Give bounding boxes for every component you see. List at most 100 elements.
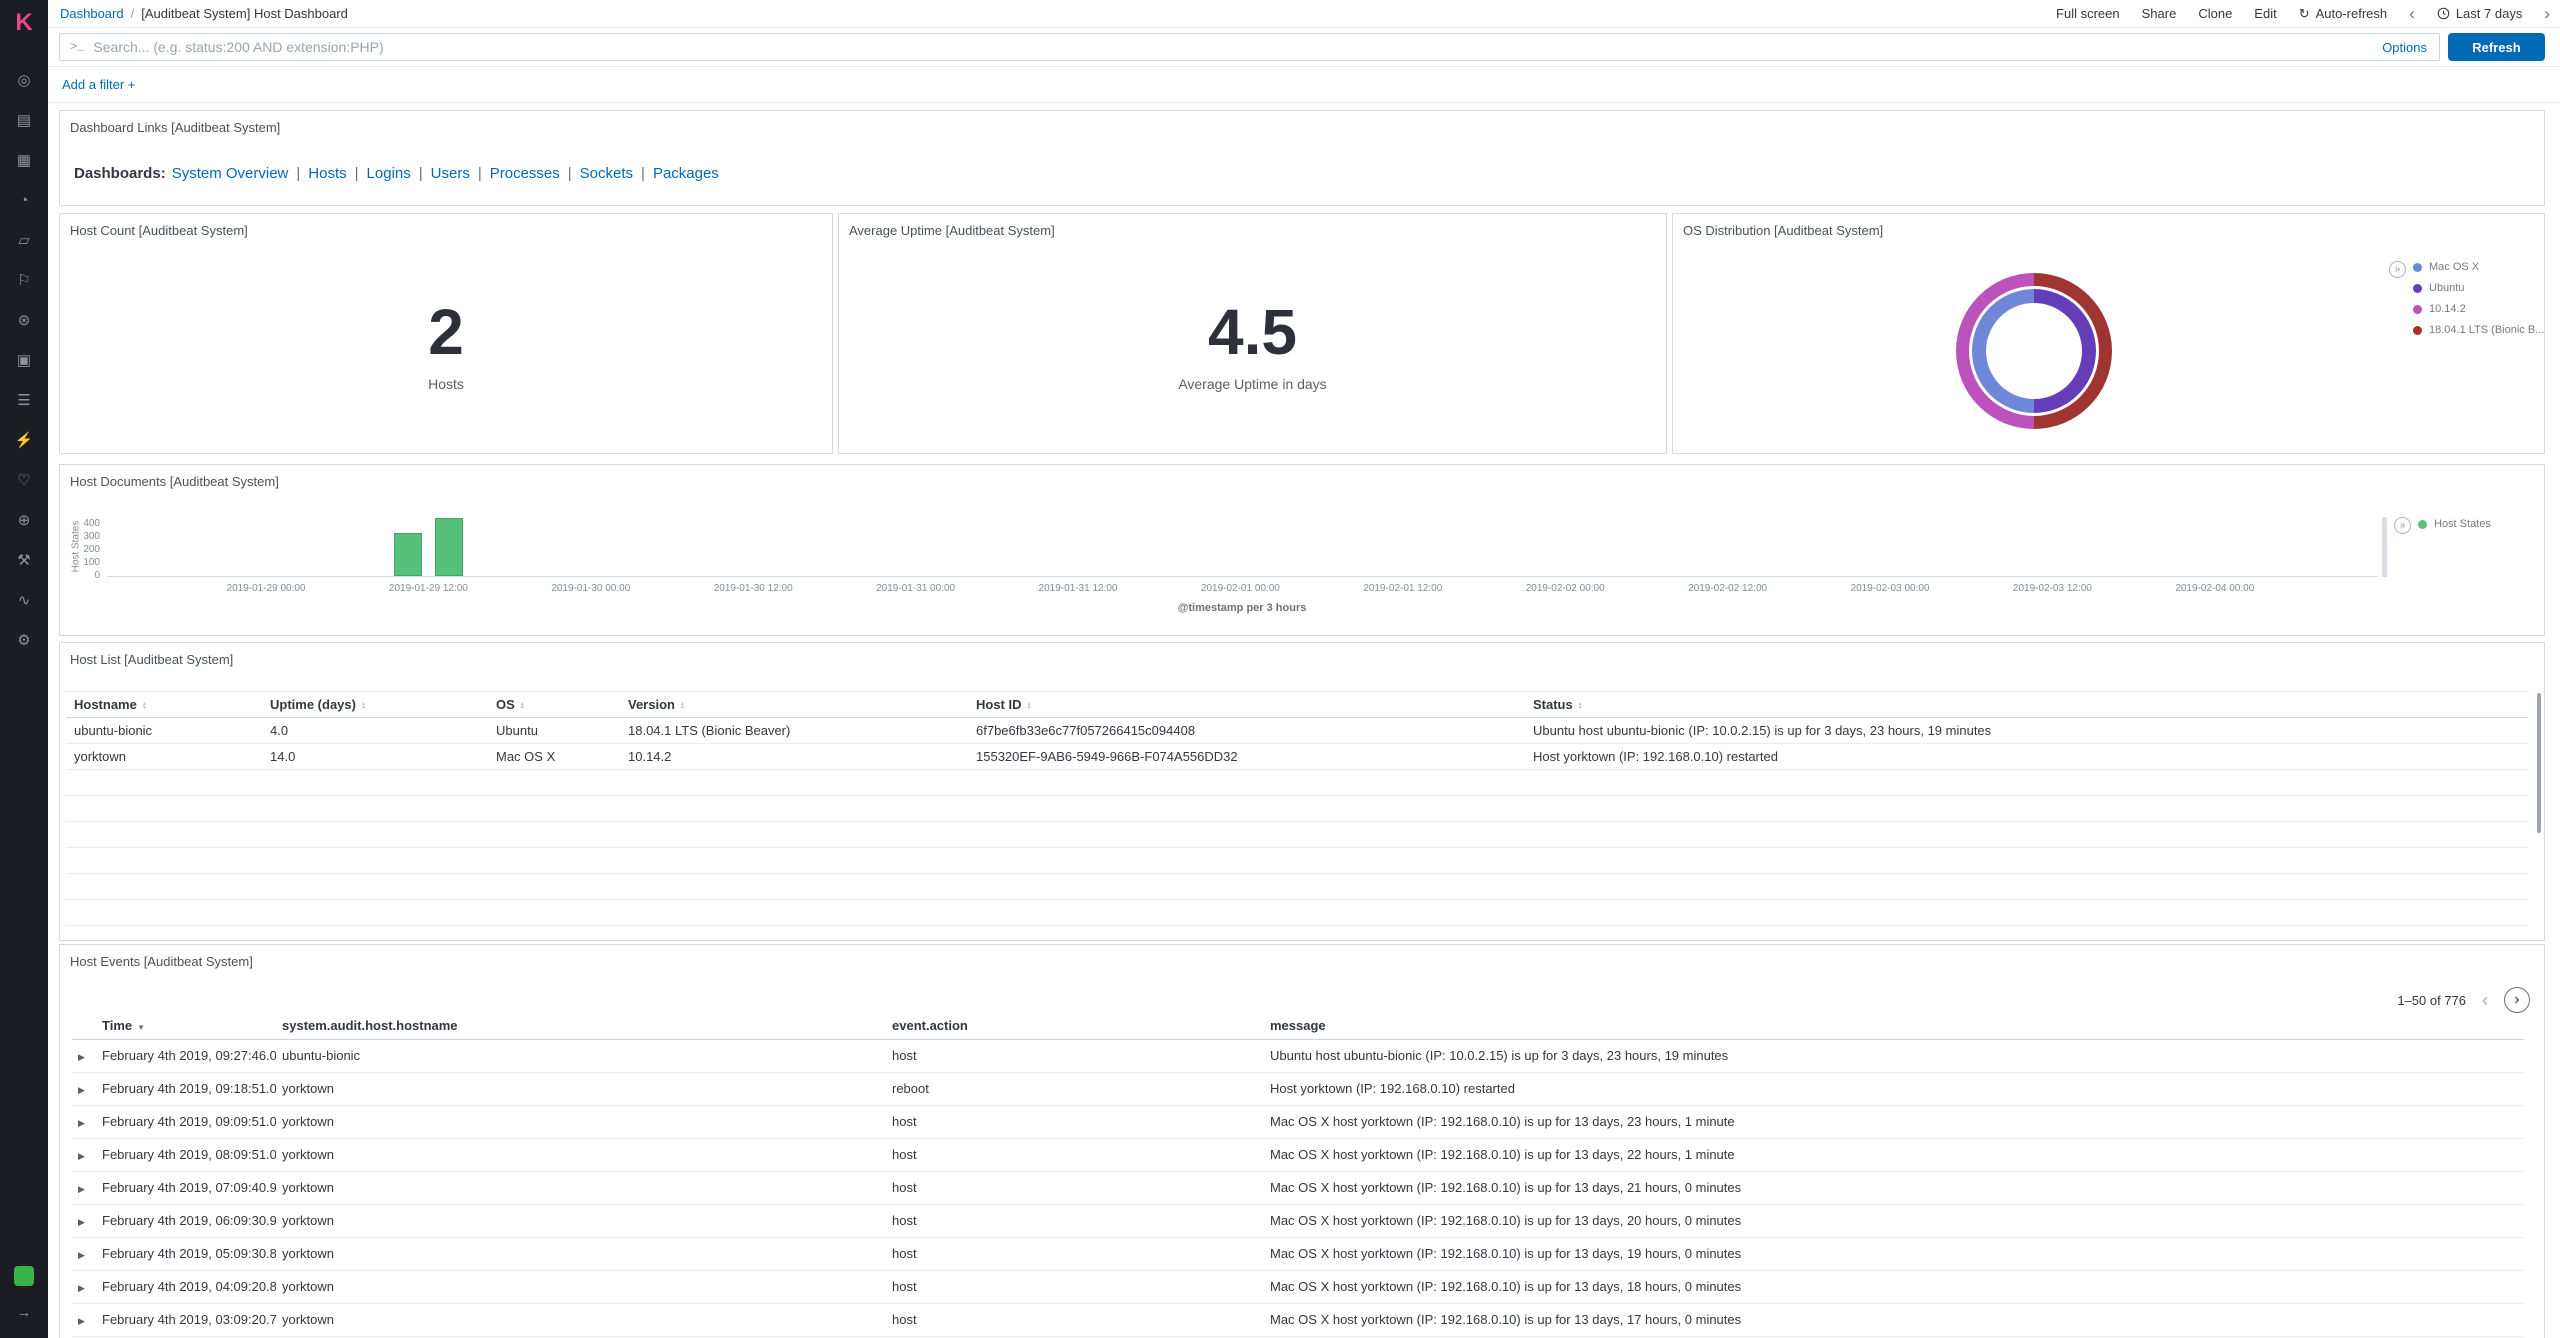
- sidebar-item-management[interactable]: ⚙: [0, 620, 48, 660]
- sidebar-item-maps[interactable]: ⚐: [0, 260, 48, 300]
- expand-row-icon[interactable]: ▶: [78, 1151, 85, 1161]
- expand-cell: ▶: [72, 1138, 96, 1171]
- bar-chart-icon: ▤: [17, 113, 31, 128]
- dashboard-link-packages[interactable]: Packages: [653, 165, 719, 182]
- dashboard-link-logins[interactable]: Logins: [367, 165, 411, 182]
- sidebar-collapse-icon[interactable]: →: [17, 1304, 32, 1328]
- column-header-message: message: [1264, 1013, 2524, 1039]
- legend-item[interactable]: 18.04.1 LTS (Bionic B...: [2413, 324, 2544, 336]
- sidebar-item-canvas[interactable]: ▱: [0, 220, 48, 260]
- panel-dashboard-links: Dashboard Links [Auditbeat System] Dashb…: [59, 110, 2545, 206]
- event-hostname-cell: yorktown: [276, 1303, 886, 1336]
- bar[interactable]: [435, 518, 463, 576]
- link-separator: |: [419, 165, 423, 182]
- expand-row-icon[interactable]: ▶: [78, 1283, 85, 1293]
- column-header-uptime-days[interactable]: Uptime (days)▲▼: [262, 692, 488, 718]
- sidebar-item-visualize[interactable]: ▤: [0, 100, 48, 140]
- donut-hole: [1986, 303, 2082, 399]
- kibana-logo-icon[interactable]: K: [0, 0, 48, 46]
- legend-toggle-icon[interactable]: »: [2389, 261, 2406, 278]
- legend-toggle-icon[interactable]: »: [2394, 517, 2411, 534]
- cube-icon: ▣: [17, 353, 31, 368]
- expand-row-icon[interactable]: ▶: [78, 1217, 85, 1227]
- link-separator: |: [355, 165, 359, 182]
- sidebar-item-dashboard[interactable]: ▦: [0, 140, 48, 180]
- average-uptime-value: 4.5: [1208, 300, 1297, 364]
- bar[interactable]: [394, 533, 422, 576]
- chart-scrollbar[interactable]: [2382, 517, 2387, 577]
- column-header-time[interactable]: Time▼: [96, 1013, 276, 1039]
- host-count-value: 2: [428, 300, 464, 364]
- column-header-hostname[interactable]: Hostname▲▼: [66, 692, 262, 718]
- host-list-scrollbar[interactable]: [2537, 693, 2541, 833]
- expand-row-icon[interactable]: ▶: [78, 1250, 85, 1260]
- previous-page-icon[interactable]: ‹: [2482, 991, 2488, 1009]
- event-action-cell: host: [886, 1171, 1264, 1204]
- share-button[interactable]: Share: [2142, 6, 2177, 21]
- x-axis-tick: 2019-01-29 00:00: [227, 583, 306, 594]
- add-filter-link[interactable]: Add a filter +: [62, 77, 135, 92]
- kibana-app: K ◎ ▤ ▦◔▱⚐ ⊛ ▣ ☰ ⚡ ♡⊕⚒∿⚙ → Dashboard / [Auditbe…: [0, 0, 2560, 1338]
- sidebar-item-monitoring[interactable]: ∿: [0, 580, 48, 620]
- clone-button[interactable]: Clone: [2198, 6, 2232, 21]
- host-events-body: ▶February 4th 2019, 09:27:46.040ubuntu-b…: [72, 1039, 2524, 1336]
- apm-icon: ⚡: [15, 433, 34, 448]
- link-separator: |: [296, 165, 300, 182]
- legend-item[interactable]: Host States: [2418, 518, 2491, 530]
- legend-item[interactable]: 10.14.2: [2413, 303, 2544, 315]
- column-header-host-id[interactable]: Host ID ▲▼: [968, 692, 1525, 718]
- sidebar-item-timelion[interactable]: ◔: [0, 180, 48, 220]
- event-row: ▶February 4th 2019, 04:09:20.814yorktown…: [72, 1270, 2524, 1303]
- expand-row-icon[interactable]: ▶: [78, 1184, 85, 1194]
- dashboard-link-system-overview[interactable]: System Overview: [172, 165, 289, 182]
- breadcrumb-root-link[interactable]: Dashboard: [60, 6, 124, 21]
- time-back-icon[interactable]: ‹: [2409, 5, 2415, 22]
- page-title: [Auditbeat System] Host Dashboard: [141, 6, 348, 21]
- event-time-cell: February 4th 2019, 08:09:51.000: [96, 1138, 276, 1171]
- sidebar-item-machine-learning[interactable]: ⊛: [0, 300, 48, 340]
- dashboard-link-hosts[interactable]: Hosts: [308, 165, 346, 182]
- news-feed-badge-icon[interactable]: [14, 1266, 34, 1286]
- next-page-icon[interactable]: ›: [2504, 987, 2530, 1013]
- os-donut-chart[interactable]: [1956, 273, 2112, 429]
- expand-row-icon[interactable]: ▶: [78, 1118, 85, 1128]
- sidebar-item-logs[interactable]: ☰: [0, 380, 48, 420]
- event-message-cell: Mac OS X host yorktown (IP: 192.168.0.10…: [1264, 1138, 2524, 1171]
- sidebar-item-uptime[interactable]: ♡: [0, 460, 48, 500]
- sidebar-item-apm[interactable]: ⚡: [0, 420, 48, 460]
- dashboard-link-users[interactable]: Users: [431, 165, 470, 182]
- expand-row-icon[interactable]: ▶: [78, 1085, 85, 1095]
- auto-refresh-button[interactable]: ↻ Auto-refresh: [2299, 6, 2387, 22]
- sort-caret-icon: ▲▼: [1027, 702, 1032, 710]
- time-forward-icon[interactable]: ›: [2544, 5, 2550, 22]
- sidebar-item-infrastructure[interactable]: ▣: [0, 340, 48, 380]
- column-header-version[interactable]: Version▲▼: [620, 692, 968, 718]
- column-header-label: Host ID: [976, 697, 1022, 712]
- breadcrumb-bar: Dashboard / [Auditbeat System] Host Dash…: [48, 0, 2560, 28]
- legend-item[interactable]: Mac OS X: [2413, 261, 2544, 273]
- sidebar-item-discover[interactable]: ◎: [0, 60, 48, 100]
- edit-button[interactable]: Edit: [2254, 6, 2276, 21]
- ml-icon: ⊛: [18, 313, 31, 328]
- dashboard-link-sockets[interactable]: Sockets: [580, 165, 633, 182]
- column-header-os[interactable]: OS▲▼: [488, 692, 620, 718]
- event-action-cell: host: [886, 1237, 1264, 1270]
- sidebar-item-dev-tools[interactable]: ⚒: [0, 540, 48, 580]
- table-cell-empty: [66, 770, 2528, 796]
- event-action-cell: reboot: [886, 1072, 1264, 1105]
- refresh-button[interactable]: Refresh: [2448, 33, 2545, 61]
- event-hostname-cell: yorktown: [276, 1237, 886, 1270]
- query-options-link[interactable]: Options: [2382, 40, 2427, 55]
- y-axis-tick: 400: [72, 518, 100, 529]
- legend-item[interactable]: Ubuntu: [2413, 282, 2544, 294]
- event-time-cell: February 4th 2019, 06:09:30.907: [96, 1204, 276, 1237]
- search-input[interactable]: [93, 39, 2370, 55]
- expand-row-icon[interactable]: ▶: [78, 1052, 85, 1062]
- column-header-status[interactable]: Status▲▼: [1525, 692, 2528, 718]
- time-picker[interactable]: Last 7 days: [2437, 6, 2523, 21]
- expand-row-icon[interactable]: ▶: [78, 1316, 85, 1326]
- event-message-cell: Mac OS X host yorktown (IP: 192.168.0.10…: [1264, 1303, 2524, 1336]
- sidebar-item-graph[interactable]: ⊕: [0, 500, 48, 540]
- full-screen-button[interactable]: Full screen: [2056, 6, 2120, 21]
- dashboard-link-processes[interactable]: Processes: [490, 165, 560, 182]
